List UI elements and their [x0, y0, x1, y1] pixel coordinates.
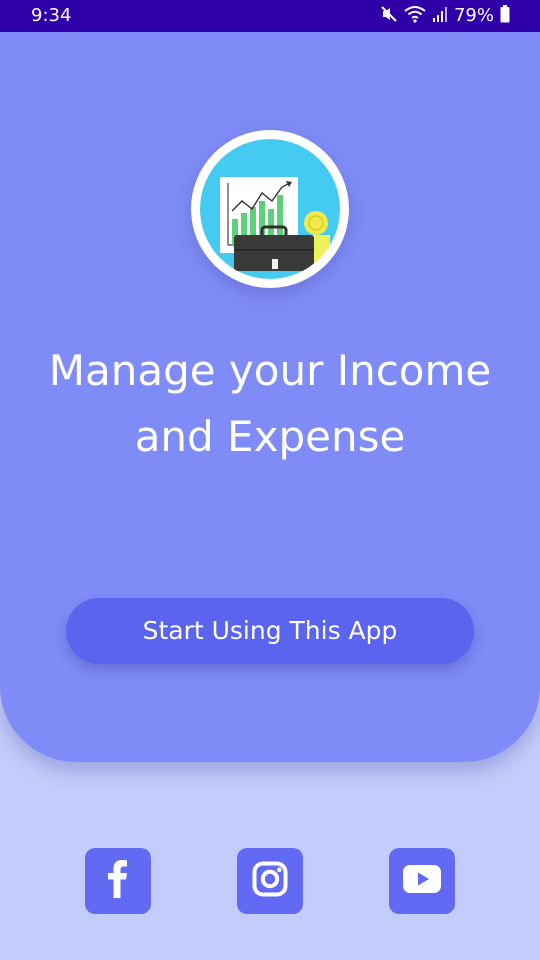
app-logo: [191, 130, 349, 288]
battery-percent: 79%: [453, 5, 494, 26]
headline-line-1: Manage your Income: [48, 346, 492, 395]
headline: Manage your Income and Expense: [20, 338, 520, 470]
hero-panel: Manage your Income and Expense Start Usi…: [0, 0, 540, 762]
instagram-icon: [252, 861, 288, 901]
status-icons: 79%: [380, 5, 510, 27]
finance-briefcase-chart-logo: [200, 139, 340, 279]
status-time: 9:34: [31, 5, 72, 26]
headline-line-2: and Expense: [134, 412, 406, 461]
facebook-button[interactable]: [85, 848, 151, 914]
wifi-icon: [404, 5, 426, 27]
instagram-button[interactable]: [237, 848, 303, 914]
youtube-icon: [403, 865, 441, 897]
battery-icon: [500, 5, 510, 27]
status-bar: 9:34 79%: [0, 0, 540, 32]
youtube-button[interactable]: [389, 848, 455, 914]
start-using-app-button[interactable]: Start Using This App: [66, 598, 474, 664]
facebook-icon: [103, 860, 133, 902]
signal-icon: [432, 6, 448, 26]
mute-icon: [380, 5, 398, 27]
